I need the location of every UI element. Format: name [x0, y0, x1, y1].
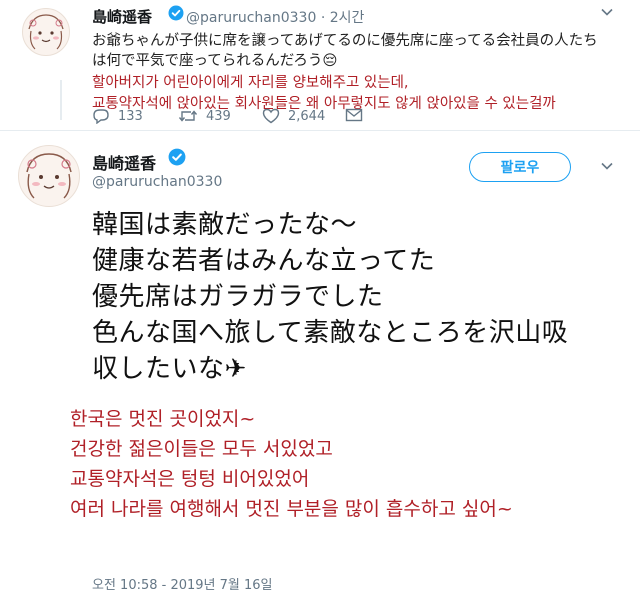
heart-icon [262, 108, 280, 124]
chevron-down-icon[interactable] [600, 4, 614, 23]
author-handle[interactable]: @paruruchan0330 [186, 10, 316, 26]
message-button[interactable] [345, 108, 371, 122]
reply-icon [93, 109, 109, 124]
divider [0, 130, 640, 131]
verified-icon [168, 5, 184, 25]
follow-button[interactable]: 팔로우 [469, 152, 571, 182]
tweet-meta: @paruruchan0330 · 2시간 [186, 7, 364, 27]
translation-line: 여러 나라를 여행해서 멋진 부분을 많이 흡수하고 싶어~ [70, 498, 513, 520]
reply-count: 133 [118, 108, 143, 124]
tweet-text-line: は何で平気で座ってられるんだろう😔 [92, 53, 338, 69]
translation-line: 할아버지가 어린아이에게 자리를 양보해주고 있는데, [92, 75, 409, 91]
verified-icon [168, 148, 186, 170]
tweet-text-line: 韓国は素敵だったな〜 [92, 210, 358, 240]
tweet-text-line: 色んな国へ旅して素敵なところを沢山吸 [92, 318, 569, 348]
like-button[interactable]: 2,644 [262, 108, 325, 124]
tweet-text-line: 優先席はガラガラでした [92, 282, 384, 312]
translation-line: 한국은 멋진 곳이었지~ [70, 408, 256, 430]
retweet-icon [178, 110, 198, 122]
retweet-button[interactable]: 439 [178, 108, 231, 124]
translation-line: 교통약자석은 텅텅 비어있었어 [70, 468, 310, 490]
author-name[interactable]: 島崎遥香 [92, 6, 152, 27]
tweet-text-line: 収したいな✈ [92, 354, 247, 384]
translation-line: 건강한 젊은이들은 모두 서있었고 [70, 438, 333, 460]
tweet-time[interactable]: 2시간 [330, 10, 365, 26]
tweet-text-line: 健康な若者はみんな立ってた [92, 246, 436, 276]
avatar[interactable] [22, 8, 70, 56]
retweet-count: 439 [206, 108, 231, 124]
avatar[interactable] [18, 145, 80, 207]
author-handle[interactable]: @paruruchan0330 [92, 174, 222, 190]
author-name[interactable]: 島崎遥香 [92, 150, 156, 174]
thread-line [60, 80, 62, 120]
tweet-timestamp[interactable]: 오전 10:58 - 2019년 7월 16일 [92, 574, 273, 593]
like-count: 2,644 [288, 108, 326, 124]
chevron-down-icon[interactable] [600, 158, 614, 177]
envelope-icon [345, 108, 363, 122]
reply-button[interactable]: 133 [92, 108, 143, 124]
meta-separator: · [316, 10, 330, 26]
tweet-text-line: お爺ちゃんが子供に席を譲ってあげてるのに優先席に座ってる会社員の人たち [92, 33, 598, 49]
